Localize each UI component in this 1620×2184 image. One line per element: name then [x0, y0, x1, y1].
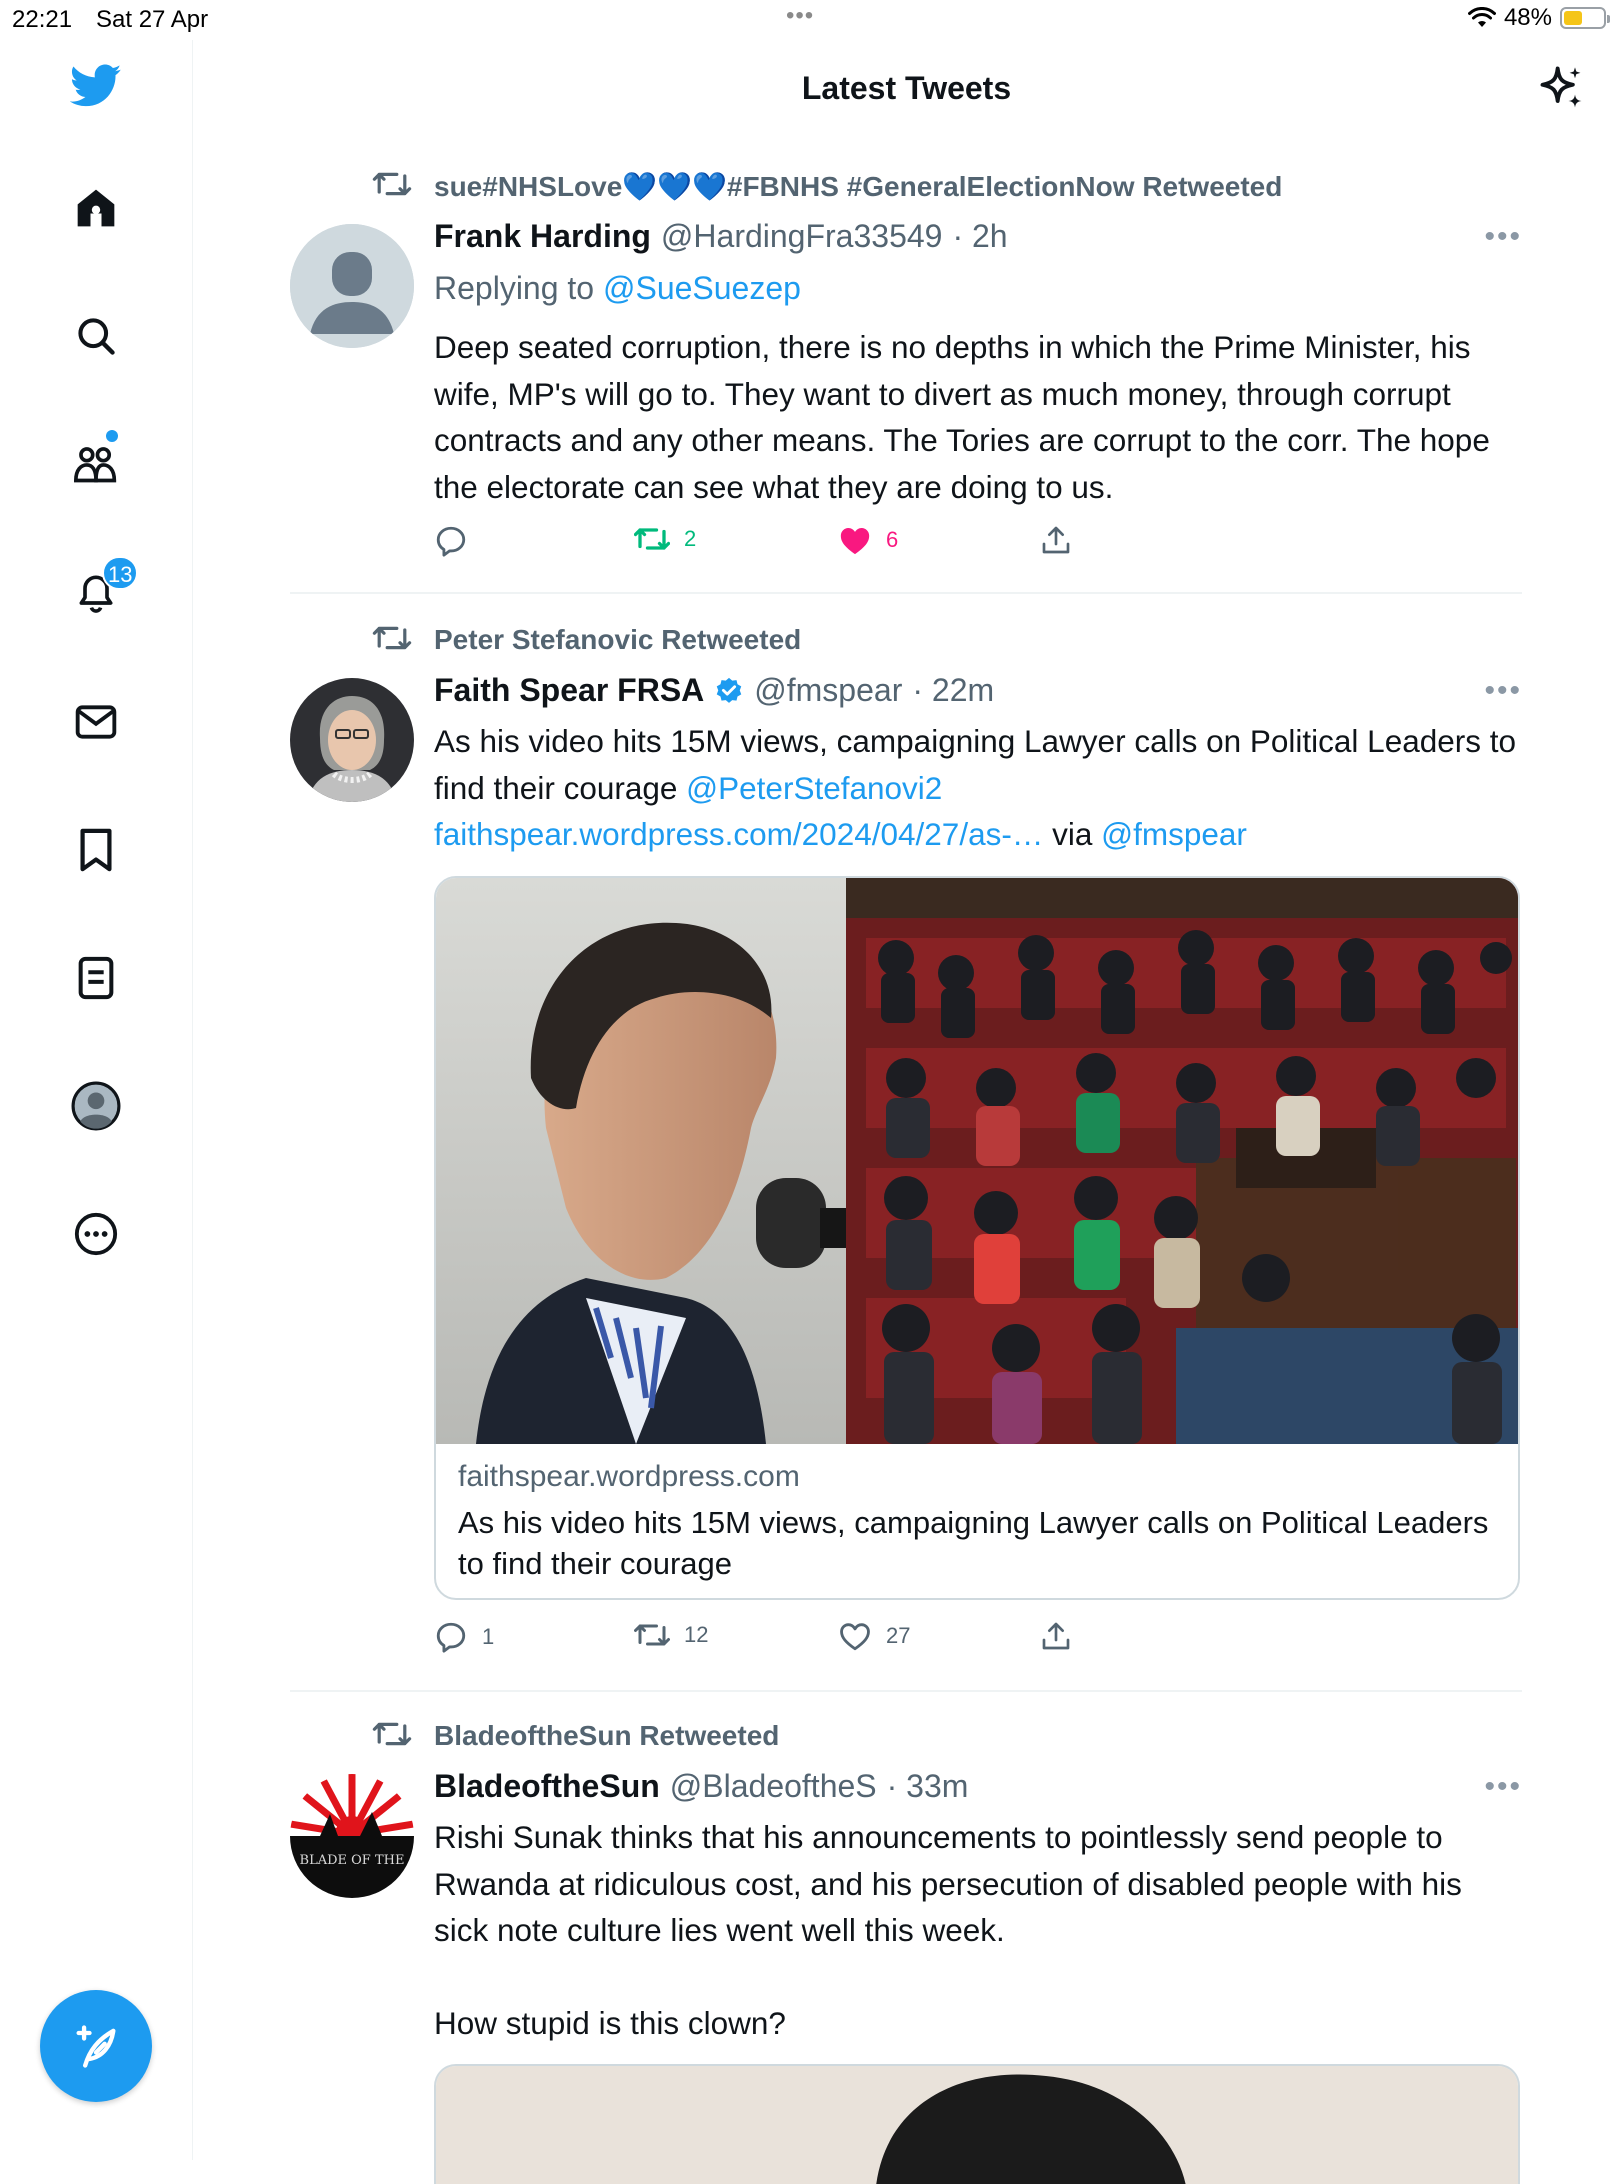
tweet-media[interactable] — [434, 2064, 1520, 2184]
link-card-title: As his video hits 15M views, campaigning… — [458, 1505, 1489, 1581]
retweet-icon — [372, 172, 412, 196]
profile-icon[interactable] — [70, 1080, 122, 1132]
feather-plus-icon — [76, 2025, 116, 2068]
sidebar: 13 — [0, 40, 193, 2160]
retweet-count: 2 — [684, 526, 697, 551]
author-name[interactable]: Faith Spear FRSA — [434, 672, 704, 709]
retweet-button[interactable]: 12 — [634, 1620, 708, 1650]
timeline-header: Latest Tweets — [193, 40, 1620, 140]
tweet-divider — [290, 1690, 1522, 1692]
tweet-header: Frank Harding @HardingFra33549 · 2h — [434, 218, 1008, 255]
share-button[interactable] — [1040, 524, 1072, 556]
replying-to: Replying to @SueSuezep — [434, 270, 801, 307]
page-title: Latest Tweets — [801, 70, 1012, 106]
tweet-header: BladeoftheSun @BladeoftheS · 33m — [434, 1768, 968, 1805]
heart-icon — [840, 1623, 870, 1651]
avatar[interactable]: BLADE OF THE — [290, 1774, 414, 1898]
communities-icon[interactable] — [70, 438, 122, 490]
share-icon — [1042, 526, 1070, 554]
messages-icon[interactable] — [70, 696, 122, 748]
tweet-text: Deep seated corruption, there is no dept… — [434, 329, 1490, 505]
avatar-text: BLADE OF THE — [300, 1853, 405, 1868]
retweeted-by: BladeoftheSun Retweeted — [372, 1720, 779, 1752]
tweet-time[interactable]: · 2h — [952, 218, 1007, 255]
heart-filled-icon — [840, 527, 870, 555]
tweet-more-button[interactable]: ••• — [1484, 1770, 1522, 1804]
communities-dot — [106, 430, 118, 442]
compose-tweet-button[interactable] — [40, 1990, 152, 2102]
link-card-meta: faithspear.wordpress.com As his video hi… — [458, 1460, 1498, 1584]
battery-percent: 48% — [1503, 4, 1552, 31]
tweet-text-main: As his video hits 15M views, campaigning… — [434, 723, 1517, 806]
tweet-more-button[interactable]: ••• — [1484, 674, 1522, 708]
retweeted-by: sue#NHSLove💙💙💙#FBNHS #GeneralElectionNow… — [372, 170, 1282, 203]
retweeted-by-text[interactable]: sue#NHSLove💙💙💙#FBNHS #GeneralElectionNow… — [434, 170, 1282, 203]
more-icon[interactable] — [70, 1208, 122, 1260]
mention-link[interactable]: @PeterStefanovi2 — [686, 770, 942, 806]
reply-count: 1 — [482, 1624, 495, 1649]
reply-icon — [436, 1622, 466, 1653]
like-button[interactable]: 27 — [838, 1620, 910, 1652]
tweet-text-second: How stupid is this clown? — [434, 2004, 786, 2041]
like-count: 6 — [886, 527, 899, 552]
home-icon[interactable] — [70, 182, 122, 234]
notifications-badge: 13 — [102, 556, 139, 590]
status-right: 48% — [1467, 4, 1610, 32]
multitasking-dots[interactable]: ••• — [786, 2, 814, 30]
tweet-text-main: Rishi Sunak thinks that his announcement… — [434, 1819, 1462, 1948]
share-icon — [1042, 1622, 1070, 1650]
retweet-icon — [634, 1624, 670, 1646]
retweeted-by-text[interactable]: BladeoftheSun Retweeted — [434, 1720, 779, 1752]
sparkle-icon[interactable] — [1536, 62, 1588, 119]
retweet-icon — [634, 528, 670, 550]
retweet-button[interactable]: 2 — [634, 524, 696, 554]
tweet-divider — [290, 592, 1522, 594]
replying-prefix: Replying to — [434, 270, 595, 306]
url-link[interactable]: faithspear.wordpress.com/2024/04/27/as-… — [434, 816, 1043, 852]
search-icon[interactable] — [70, 310, 122, 362]
link-card[interactable]: faithspear.wordpress.com As his video hi… — [434, 876, 1520, 1600]
retweeted-by: Peter Stefanovic Retweeted — [372, 624, 801, 656]
retweeted-by-text[interactable]: Peter Stefanovic Retweeted — [434, 624, 801, 656]
avatar[interactable] — [290, 678, 414, 802]
retweet-icon — [372, 1722, 412, 1746]
like-button[interactable]: 6 — [838, 524, 898, 556]
retweet-count: 12 — [684, 1622, 709, 1647]
reply-button[interactable] — [434, 524, 468, 558]
tweet-text: Rishi Sunak thinks that his announcement… — [434, 1814, 1524, 2046]
tweet-time[interactable]: · 22m — [912, 672, 994, 709]
tweet-text: As his video hits 15M views, campaigning… — [434, 718, 1524, 858]
battery-icon — [1560, 7, 1610, 29]
link-card-domain: faithspear.wordpress.com — [458, 1460, 800, 1493]
like-count: 27 — [886, 1623, 911, 1648]
bookmarks-icon[interactable] — [70, 824, 122, 876]
status-bar: 22:21 Sat 27 Apr ••• 48% — [0, 0, 1620, 40]
share-button[interactable] — [1040, 1620, 1072, 1652]
author-handle[interactable]: @BladeoftheS — [670, 1768, 877, 1805]
via-text: via — [1052, 816, 1093, 852]
reply-icon — [436, 526, 466, 557]
lists-icon[interactable] — [70, 952, 122, 1004]
mention-link[interactable]: @fmspear — [1101, 816, 1247, 852]
tweet-header: Faith Spear FRSA @fmspear · 22m — [434, 672, 994, 709]
author-handle[interactable]: @fmspear — [754, 672, 902, 709]
retweet-icon — [372, 626, 412, 650]
verified-badge-icon — [717, 677, 742, 703]
tweet-actions: 2 6 — [434, 524, 1074, 564]
author-name[interactable]: Frank Harding — [434, 218, 651, 255]
status-date: Sat 27 Apr — [96, 6, 209, 33]
author-handle[interactable]: @HardingFra33549 — [661, 218, 943, 255]
avatar[interactable] — [290, 224, 414, 348]
tweet-actions: 1 12 27 — [434, 1620, 1074, 1660]
tweet-time[interactable]: · 33m — [887, 1768, 969, 1805]
twitter-logo-icon[interactable] — [70, 60, 122, 112]
replying-to-link[interactable]: @SueSuezep — [603, 270, 801, 306]
reply-button[interactable]: 1 — [434, 1620, 494, 1654]
author-name[interactable]: BladeoftheSun — [434, 1768, 660, 1805]
status-time: 22:21 — [12, 6, 73, 33]
tweet-more-button[interactable]: ••• — [1484, 220, 1522, 254]
link-card-image[interactable] — [436, 878, 1518, 1444]
wifi-icon — [1467, 7, 1496, 27]
